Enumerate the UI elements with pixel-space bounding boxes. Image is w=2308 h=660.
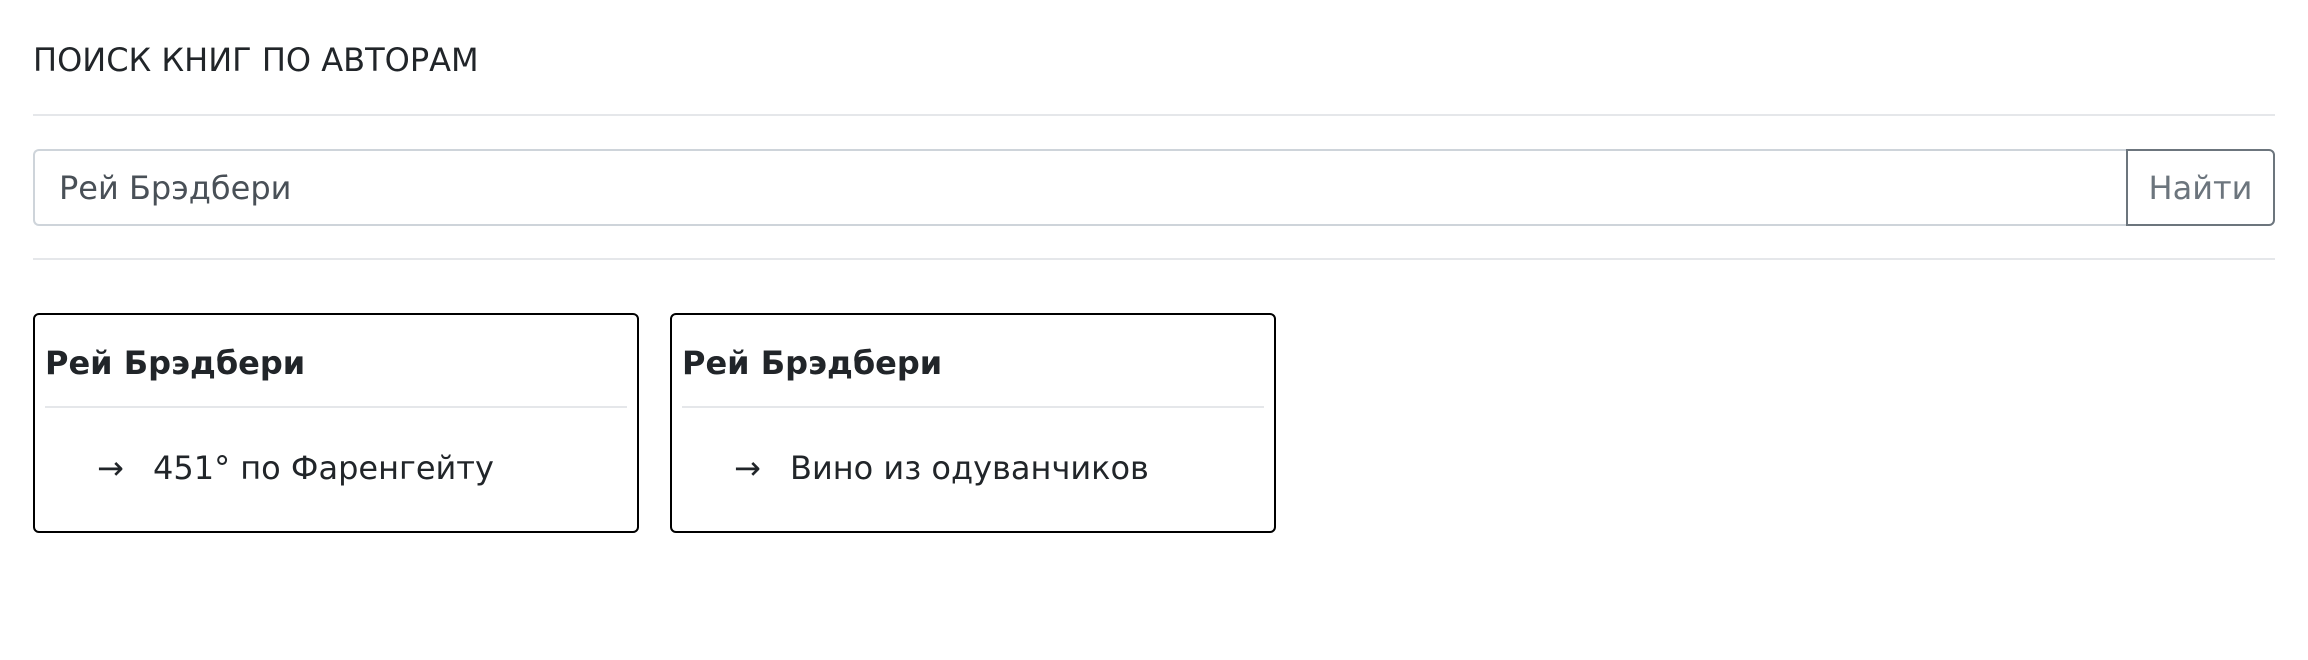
card-book-item[interactable]: → 451° по Фаренгейту bbox=[45, 408, 627, 528]
card-author: Рей Брэдбери bbox=[45, 315, 627, 408]
result-card[interactable]: Рей Брэдбери → 451° по Фаренгейту bbox=[33, 313, 639, 533]
page-title: ПОИСК КНИГ ПО АВТОРАМ bbox=[33, 41, 479, 79]
card-author: Рей Брэдбери bbox=[682, 315, 1264, 408]
book-title: Вино из одуванчиков bbox=[790, 449, 1149, 487]
search-bar: Найти bbox=[33, 149, 2275, 226]
search-input[interactable] bbox=[33, 149, 2126, 226]
top-divider bbox=[33, 114, 2275, 116]
page: ПОИСК КНИГ ПО АВТОРАМ Найти Рей Брэдбери… bbox=[0, 0, 2308, 660]
arrow-right-icon: → bbox=[734, 449, 761, 487]
arrow-right-icon: → bbox=[97, 449, 124, 487]
bottom-divider bbox=[33, 258, 2275, 260]
card-book-item[interactable]: → Вино из одуванчиков bbox=[682, 408, 1264, 528]
result-card[interactable]: Рей Брэдбери → Вино из одуванчиков bbox=[670, 313, 1276, 533]
book-title: 451° по Фаренгейту bbox=[153, 449, 494, 487]
results-list: Рей Брэдбери → 451° по Фаренгейту Рей Бр… bbox=[33, 313, 1276, 533]
search-button[interactable]: Найти bbox=[2126, 149, 2275, 226]
